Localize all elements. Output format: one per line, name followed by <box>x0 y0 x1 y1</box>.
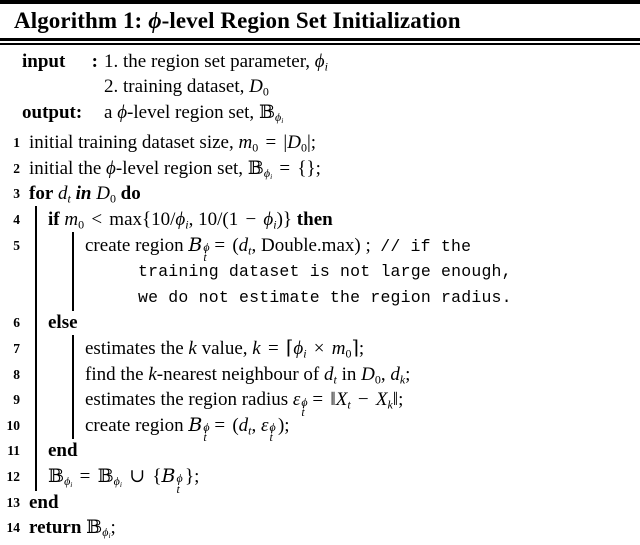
comment-segment: training dataset is not large enough, <box>138 262 512 282</box>
io-block: input: 1. the region set parameter, ϕi 2… <box>0 45 640 127</box>
code-line: 13 end <box>0 490 640 516</box>
indent-guide <box>35 231 37 312</box>
line-number: 5 <box>13 237 20 253</box>
algorithm-title-text: ϕ-level Region Set Initialization <box>148 8 461 33</box>
code-line: 7 estimates the k value, k = ⌈ϕi × m0⌉; <box>0 334 640 363</box>
indent-guide <box>35 386 37 414</box>
code-line: 4 if m0 < max{10/ϕi, 10/(1 − ϕi)} then <box>0 205 640 234</box>
line-number: 11 <box>7 443 20 459</box>
code-line: 9 estimates the region radius εϕit = ‖Xt… <box>0 386 640 418</box>
line-number: 8 <box>13 366 20 382</box>
output-value: a ϕ-level region set, 𝔹ϕi <box>104 100 284 125</box>
code-line: 11 end <box>0 437 640 465</box>
input-label: input: <box>22 51 98 73</box>
output-label: output: <box>22 101 83 123</box>
line-5-main: create region 𝐵ϕit = (dt, Double.max) ; … <box>85 233 472 265</box>
algorithm-label: Algorithm 1: <box>14 8 143 33</box>
double-max-literal: Double.max <box>260 234 355 256</box>
keyword-end: end <box>48 440 78 462</box>
line-content: create region 𝐵ϕit = (dt, εϕit ); <box>20 411 640 443</box>
indent-guide <box>35 437 37 465</box>
comment-segment: we do not estimate the region radius. <box>138 287 512 307</box>
keyword-end: end <box>29 491 59 513</box>
indent-guide <box>72 231 74 312</box>
indent-guide <box>35 411 37 440</box>
code-line: 12 𝔹ϕi = 𝔹ϕi ∪ {𝐵 ϕ i t }; <box>0 462 640 495</box>
line-content: find the k-nearest neighbour of dt in D0… <box>20 360 640 389</box>
io-row-input: input: 1. the region set parameter, ϕi <box>22 50 640 75</box>
line-content: return 𝔹ϕi; <box>29 516 116 541</box>
comment-segment: // if the <box>380 236 472 256</box>
code-line: 14 return 𝔹ϕi; <box>0 515 640 541</box>
indent-guide <box>72 411 74 440</box>
algorithm-lines: 1 initial training dataset size, m0 = |D… <box>0 127 640 541</box>
line-content: initial training dataset size, m0 = |D0|… <box>29 132 317 155</box>
line-content: 𝔹ϕi = 𝔹ϕi ∪ {𝐵 ϕ i t }; <box>20 462 640 495</box>
line-number: 10 <box>6 417 21 433</box>
keyword-else: else <box>48 312 78 334</box>
keyword-return: return <box>29 517 82 539</box>
line-number: 3 <box>13 186 20 202</box>
line-number: 2 <box>13 160 20 176</box>
input-item-2: 2. training dataset, D0 <box>104 75 269 99</box>
line-number: 14 <box>6 520 21 536</box>
line-content: initial the ϕ-level region set, 𝔹ϕi = {}… <box>29 156 321 182</box>
keyword-if: if <box>48 208 60 230</box>
indent-guide <box>35 462 37 491</box>
indent-guide <box>72 360 74 389</box>
line-content: estimates the k value, k = ⌈ϕi × m0⌉; <box>20 334 640 363</box>
code-line: 1 initial training dataset size, m0 = |D… <box>0 130 640 156</box>
algorithm-title: Algorithm 1: ϕ-level Region Set Initiali… <box>0 4 640 38</box>
rule-under-title <box>0 38 640 46</box>
line-content: for dt in D0 do <box>29 183 141 206</box>
line-number: 4 <box>13 211 20 227</box>
line-number: 1 <box>13 135 20 151</box>
max-function: max <box>109 208 143 230</box>
line-content: end <box>20 437 640 465</box>
line-content: create region 𝐵ϕit = (dt, Double.max) ; … <box>20 231 640 312</box>
line-number: 7 <box>13 340 20 356</box>
line-number: 9 <box>13 392 20 408</box>
keyword-in: in <box>75 183 92 205</box>
code-line: 8 find the k-nearest neighbour of dt in … <box>0 360 640 389</box>
algorithm-block: Algorithm 1: ϕ-level Region Set Initiali… <box>0 0 640 541</box>
line-number: 6 <box>13 315 20 331</box>
line-content: else <box>20 309 640 337</box>
indent-guide <box>35 205 37 234</box>
code-line: 10 create region 𝐵ϕit = (dt, εϕit ); <box>0 411 640 443</box>
line-content: end <box>20 490 640 516</box>
indent-guide <box>35 360 37 389</box>
code-line: 6 else <box>0 309 640 337</box>
input-item-1: 1. the region set parameter, ϕi <box>104 51 328 74</box>
indent-guide <box>35 334 37 363</box>
line-content: estimates the region radius εϕit = ‖Xt −… <box>20 386 640 418</box>
line-number: 13 <box>6 494 21 510</box>
indent-guide <box>35 309 37 337</box>
keyword-do: do <box>120 183 141 205</box>
code-line: 5 create region 𝐵ϕit = (dt, Double.max) … <box>0 231 640 312</box>
indent-guide <box>72 386 74 414</box>
keyword-for: for <box>29 183 54 205</box>
keyword-then: then <box>296 208 333 230</box>
io-row-output: output: a ϕ-level region set, 𝔹ϕi <box>22 100 640 126</box>
indent-guide <box>72 334 74 363</box>
line-number: 12 <box>6 468 21 484</box>
line-content: if m0 < max{10/ϕi, 10/(1 − ϕi)} then <box>20 205 640 234</box>
code-line: 3 for dt in D0 do <box>0 181 640 207</box>
code-line: 2 initial the ϕ-level region set, 𝔹ϕi = … <box>0 156 640 182</box>
